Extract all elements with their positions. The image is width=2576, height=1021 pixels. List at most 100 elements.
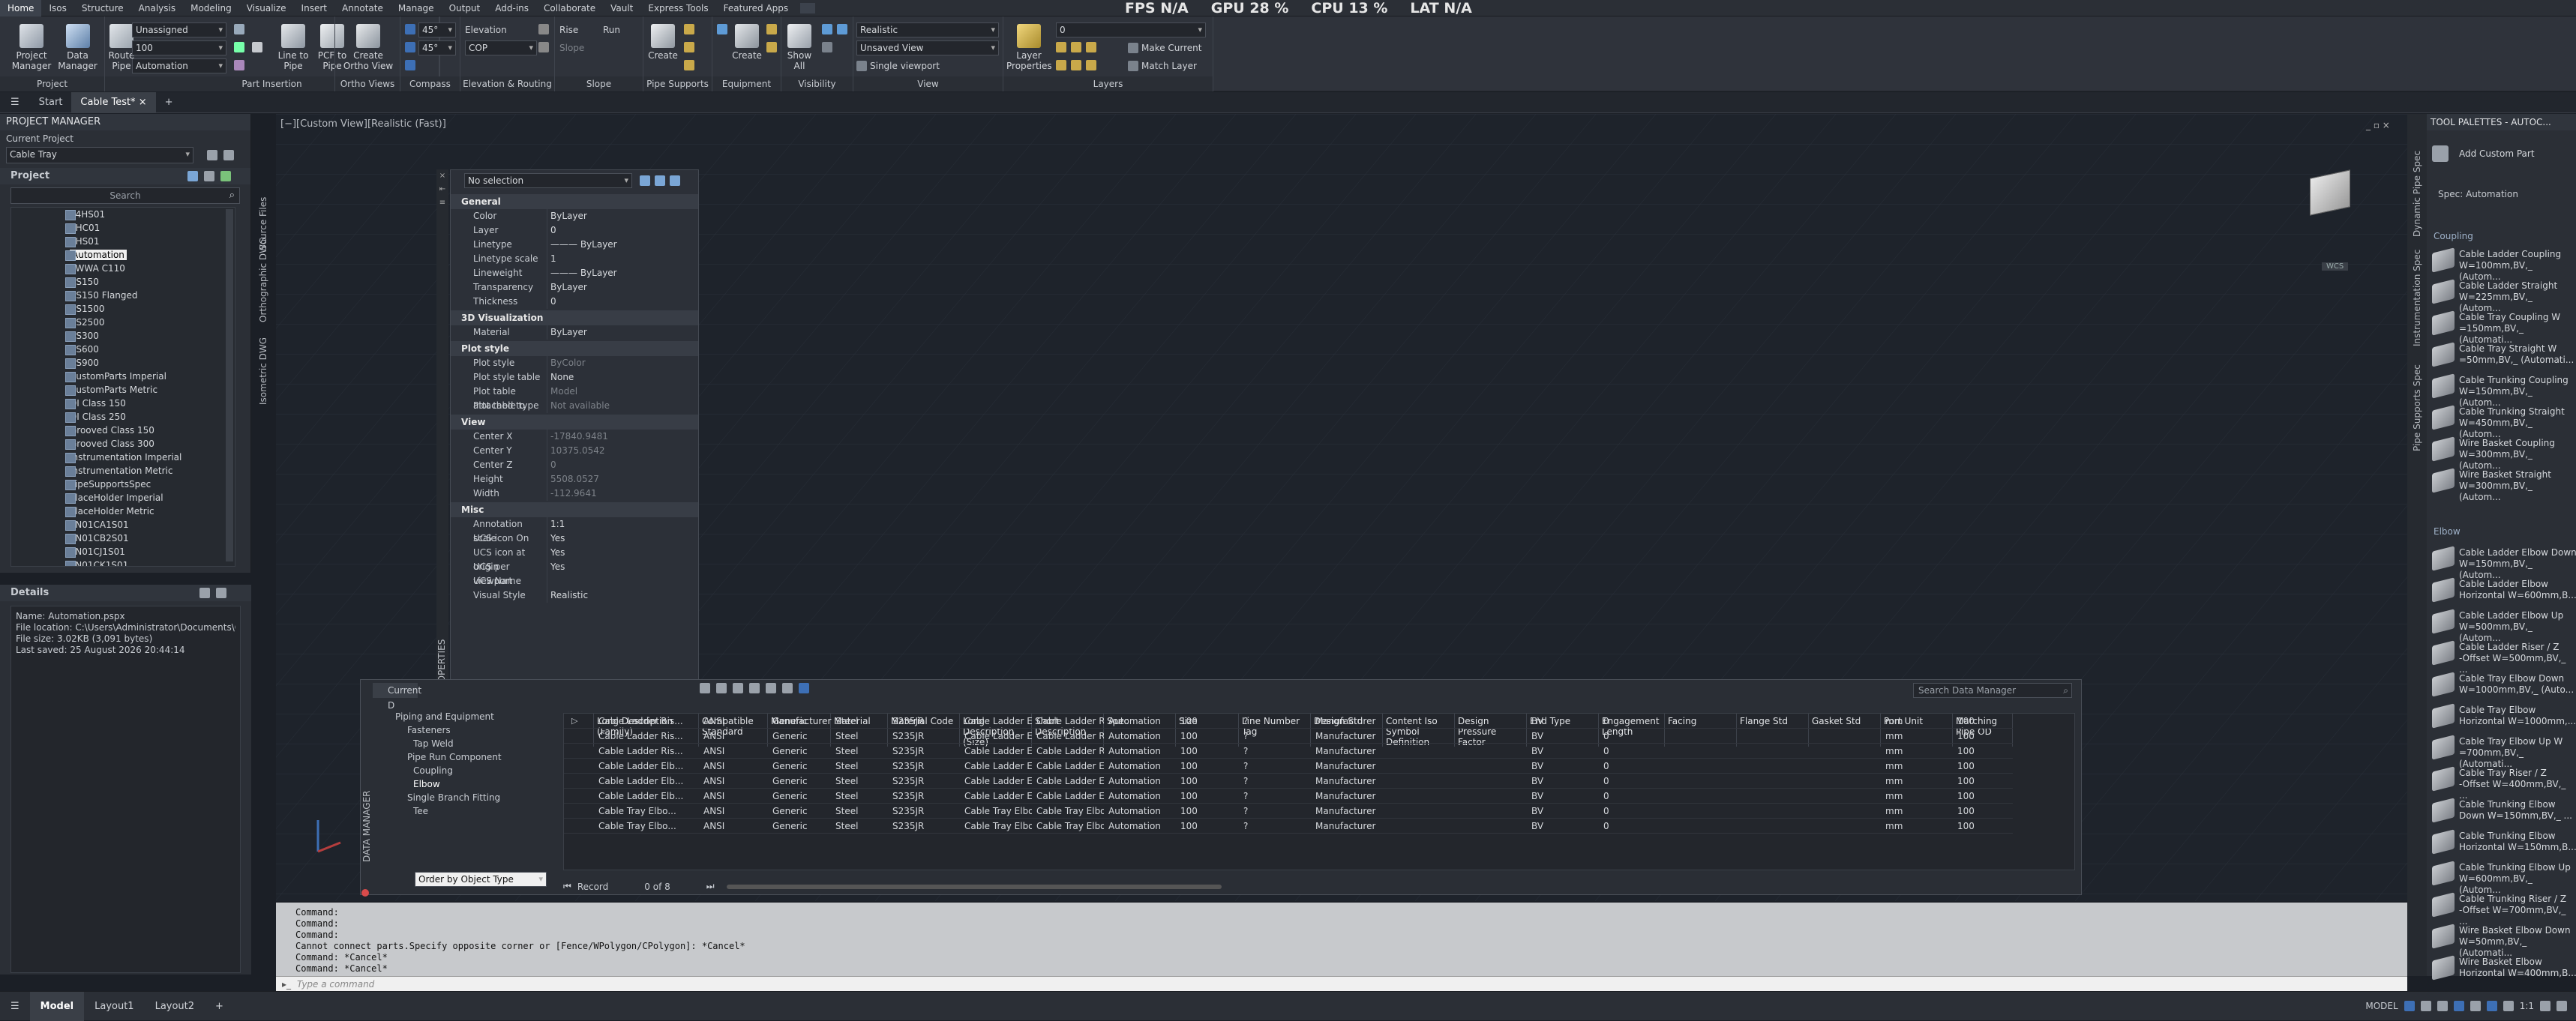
table-cell[interactable]: Cable Ladder Elb... bbox=[594, 759, 699, 774]
property-row[interactable]: UCS icon at origin Yes bbox=[451, 546, 698, 572]
palette-tool[interactable]: Wire Basket Elbow Horizontal W=400mm,B... bbox=[2431, 955, 2576, 985]
tree-item[interactable]: 64HS01 bbox=[11, 208, 235, 221]
table-cell[interactable] bbox=[1455, 819, 1527, 834]
table-cell[interactable] bbox=[1809, 744, 1881, 759]
property-value[interactable]: 5508.0527 bbox=[547, 472, 698, 487]
table-cell[interactable]: ANSI bbox=[699, 819, 768, 834]
table-cell[interactable]: Steel bbox=[831, 819, 888, 834]
quick-dropdown-icon[interactable] bbox=[800, 2, 816, 13]
show-all-button[interactable]: Show All bbox=[784, 24, 814, 71]
snap-icon[interactable] bbox=[2420, 1001, 2431, 1011]
support-edit-icon[interactable] bbox=[684, 42, 694, 52]
table-cell[interactable] bbox=[1665, 759, 1737, 774]
line-to-pipe-button[interactable]: Line to Pipe bbox=[274, 24, 312, 71]
palette-tool[interactable]: Cable Tray Coupling W =150mm,BV,_ (Automa… bbox=[2431, 310, 2576, 345]
tab-manage[interactable]: Manage bbox=[391, 0, 442, 16]
table-cell[interactable]: S235JR bbox=[888, 714, 960, 729]
palette-tool[interactable]: Wire Basket Straight W=300mm,BV,_ (Autom.… bbox=[2431, 468, 2576, 502]
property-row[interactable]: Color ByLayer bbox=[451, 209, 698, 223]
hide-icon[interactable] bbox=[822, 24, 832, 34]
table-cell[interactable]: 100 bbox=[1953, 774, 2013, 789]
run-field[interactable]: Run bbox=[603, 22, 620, 37]
hamburger-icon[interactable]: ☰ bbox=[0, 992, 30, 1021]
section-3d-visualization[interactable]: 3D Visualization bbox=[451, 310, 698, 325]
table-cell[interactable] bbox=[1737, 774, 1809, 789]
table-cell[interactable]: BV bbox=[1527, 744, 1599, 759]
viewcube[interactable]: WCS bbox=[2295, 169, 2362, 271]
saved-view-dropdown[interactable]: Unsaved View bbox=[856, 40, 999, 55]
table-cell[interactable]: BV bbox=[1527, 714, 1599, 729]
table-row[interactable]: Cable Ladder Elb... ANSI Generic Steel S235J… bbox=[564, 774, 2013, 789]
table-cell[interactable] bbox=[1383, 804, 1455, 819]
wcs-label[interactable]: WCS bbox=[2322, 262, 2349, 271]
table-cell[interactable] bbox=[1383, 744, 1455, 759]
attach-icon[interactable] bbox=[766, 42, 777, 52]
table-cell[interactable]: Automation bbox=[1104, 819, 1176, 834]
table-cell[interactable]: 0 bbox=[1599, 729, 1665, 744]
palette-tool[interactable]: Cable Ladder Straight W=225mm,BV,_ (Autom… bbox=[2431, 279, 2576, 313]
section-misc[interactable]: Misc bbox=[451, 502, 698, 517]
property-value[interactable]: ByLayer bbox=[547, 280, 698, 295]
tree-item[interactable]: PN01CJ1S01 bbox=[11, 545, 235, 558]
create-equipment-button[interactable]: Create bbox=[730, 24, 763, 61]
table-cell[interactable]: 100 bbox=[1953, 744, 2013, 759]
palette-tool[interactable]: Wire Basket Coupling W=300mm,BV,_ (Autom.… bbox=[2431, 436, 2576, 471]
palette-tool[interactable]: Cable Trunking Elbow Up W=600mm,BV,_ (Aut… bbox=[2431, 861, 2576, 895]
tree-item[interactable]: PN01CA1S01 bbox=[11, 518, 235, 531]
table-cell[interactable]: ANSI bbox=[699, 789, 768, 804]
tab-isos[interactable]: Isos bbox=[41, 0, 73, 16]
palette-tool[interactable]: Cable Ladder Elbow Down W=150mm,BV,_ (Aut… bbox=[2431, 546, 2576, 580]
table-cell[interactable]: Steel bbox=[831, 789, 888, 804]
angle-dropdown[interactable]: 45° bbox=[418, 22, 456, 37]
make-current-button[interactable]: Make Current bbox=[1128, 40, 1202, 55]
horizontal-scrollbar[interactable] bbox=[726, 884, 1222, 889]
table-cell[interactable] bbox=[1809, 789, 1881, 804]
palette-tab-pipe-supports-spec[interactable]: Pipe Supports Spec bbox=[2412, 354, 2422, 451]
table-cell[interactable]: Cable Tray Elbo... bbox=[594, 819, 699, 834]
property-row[interactable]: Material ByLayer bbox=[451, 325, 698, 340]
tree-item[interactable]: 6HS01 bbox=[11, 235, 235, 248]
model-space-label[interactable]: MODEL bbox=[2365, 1001, 2398, 1011]
data-manager-button[interactable]: Data Manager bbox=[57, 24, 98, 71]
visibility-icon[interactable] bbox=[822, 42, 832, 52]
slope-field[interactable]: Slope bbox=[559, 40, 584, 55]
table-cell[interactable]: Manufacturer bbox=[1311, 774, 1383, 789]
property-row[interactable]: UCS icon On Yes bbox=[451, 531, 698, 546]
grid-icon[interactable] bbox=[2404, 1001, 2415, 1011]
property-row[interactable]: Thickness 0 bbox=[451, 295, 698, 309]
table-cell[interactable]: S235JR bbox=[888, 804, 960, 819]
table-cell[interactable] bbox=[1737, 804, 1809, 819]
command-prompt-icon[interactable]: ▸_ bbox=[276, 979, 297, 990]
property-row[interactable]: Lineweight ——— ByLayer bbox=[451, 266, 698, 280]
layout-tab-layout2[interactable]: Layout2 bbox=[145, 992, 205, 1021]
table-cell[interactable] bbox=[1383, 774, 1455, 789]
layout-tab-layout1[interactable]: Layout1 bbox=[84, 992, 144, 1021]
viewport-label[interactable]: [−][Custom View][Realistic (Fast)] bbox=[280, 118, 446, 130]
table-cell[interactable]: ? bbox=[1239, 789, 1311, 804]
property-value[interactable]: -17840.9481 bbox=[547, 430, 698, 444]
layer-on-icon[interactable] bbox=[1071, 60, 1081, 70]
table-cell[interactable]: BV bbox=[1527, 789, 1599, 804]
table-cell[interactable] bbox=[1383, 789, 1455, 804]
table-cell[interactable]: Cable Ladder Elb... bbox=[1032, 774, 1104, 789]
palette-tab-dynamic-pipe-spec[interactable]: Dynamic Pipe Spec bbox=[2412, 147, 2422, 237]
table-cell[interactable]: Cable Ladder Elb... bbox=[1032, 759, 1104, 774]
palette-tool[interactable]: Cable Tray Straight W =50mm,BV,_ (Automat… bbox=[2431, 342, 2576, 372]
property-value[interactable]: -112.9641 bbox=[547, 487, 698, 501]
property-value[interactable]: Yes bbox=[547, 546, 698, 560]
tree-item[interactable]: Grooved Class 300 bbox=[11, 437, 235, 451]
project-manager-button[interactable]: Project Manager bbox=[9, 24, 54, 71]
refresh-icon[interactable] bbox=[187, 171, 198, 181]
table-cell[interactable]: mm bbox=[1881, 819, 1953, 834]
table-cell[interactable]: Automation bbox=[1104, 729, 1176, 744]
table-cell[interactable]: mm bbox=[1881, 774, 1953, 789]
section-general[interactable]: General bbox=[451, 194, 698, 209]
palette-tool[interactable]: Cable Tray Elbow Horizontal W=1000mm,... bbox=[2431, 703, 2576, 733]
equipment-edit-icon[interactable] bbox=[717, 24, 727, 34]
table-cell[interactable]: Cable Ladder Ris... bbox=[594, 744, 699, 759]
project-search[interactable]: Search ⌕ bbox=[10, 187, 240, 204]
table-cell[interactable]: S235JR bbox=[888, 729, 960, 744]
table-cell[interactable] bbox=[1383, 819, 1455, 834]
layer-properties-button[interactable]: Layer Properties bbox=[1006, 24, 1052, 71]
import-icon[interactable] bbox=[716, 683, 727, 693]
